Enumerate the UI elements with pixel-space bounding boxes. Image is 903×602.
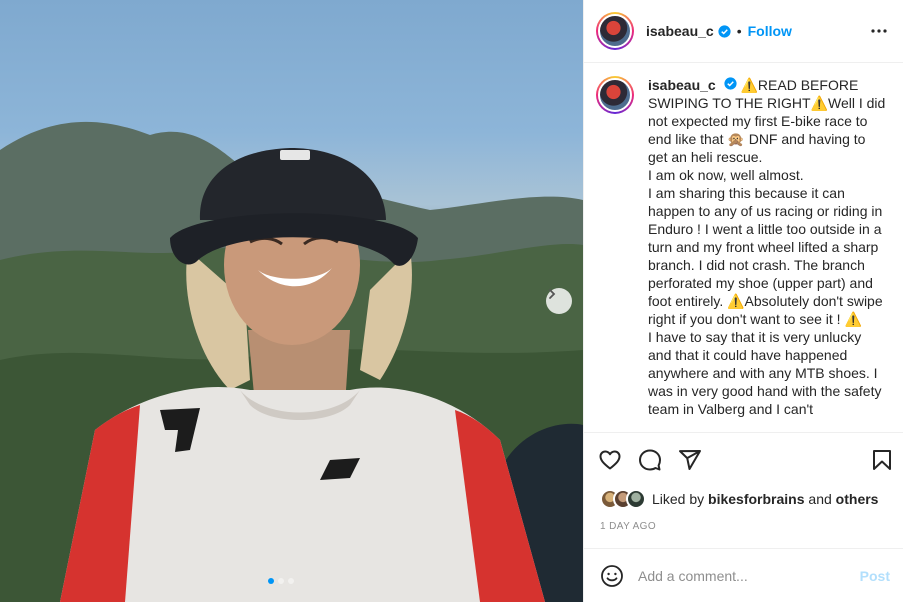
likes-prefix: Liked by (652, 491, 705, 507)
avatar-image (598, 78, 632, 112)
chevron-right-icon (549, 289, 556, 299)
likes-summary: Liked by bikesforbrains and others (600, 489, 878, 509)
post-photo[interactable] (0, 0, 583, 602)
post-comment-button[interactable]: Post (860, 568, 890, 584)
heart-icon[interactable] (598, 448, 622, 472)
next-slide-button[interactable] (546, 288, 572, 314)
post-timestamp[interactable]: 1 DAY AGO (600, 521, 656, 532)
comment-bubble-icon[interactable] (638, 448, 662, 472)
username-link[interactable]: isabeau_c (646, 23, 714, 39)
more-options-icon[interactable] (869, 21, 889, 41)
rider-photo-illustration (0, 121, 583, 602)
liker-username-link[interactable]: bikesforbrains (708, 491, 804, 507)
carousel-indicator (268, 578, 294, 584)
caption-username[interactable]: isabeau_c (648, 77, 716, 93)
avatar-image (598, 14, 632, 48)
smiley-icon[interactable] (600, 564, 624, 588)
comment-input[interactable] (638, 568, 848, 584)
post-header: isabeau_c • Follow (584, 0, 903, 63)
caption-section: isabeau_c ⚠️READ BEFORE SWIPING TO THE R… (584, 64, 903, 432)
carousel-dot (288, 578, 294, 584)
separator-dot: • (736, 23, 742, 39)
carousel-dot-active (268, 578, 274, 584)
likes-others-link[interactable]: others (836, 491, 879, 507)
post-caption: isabeau_c ⚠️READ BEFORE SWIPING TO THE R… (648, 76, 888, 432)
action-icons (598, 447, 894, 473)
carousel-dot (278, 578, 284, 584)
bookmark-icon[interactable] (870, 448, 894, 472)
follow-button[interactable]: Follow (748, 23, 792, 39)
paper-plane-icon[interactable] (678, 448, 702, 472)
post-actions: Liked by bikesforbrains and others 1 DAY… (584, 432, 903, 602)
comment-bar: Post (584, 548, 903, 602)
post-side-panel: isabeau_c • Follow isabeau_c ⚠️READ BEFO… (583, 0, 903, 602)
caption-text: ⚠️READ BEFORE SWIPING TO THE RIGHT⚠️Well… (648, 77, 886, 417)
likes-and: and (808, 491, 832, 507)
liker-avatar[interactable] (626, 489, 646, 509)
verified-badge-icon (718, 24, 731, 38)
likes-text: Liked by bikesforbrains and others (652, 491, 878, 507)
caption-avatar[interactable] (596, 76, 634, 114)
verified-badge-icon (724, 77, 737, 90)
avatar[interactable] (596, 12, 634, 50)
